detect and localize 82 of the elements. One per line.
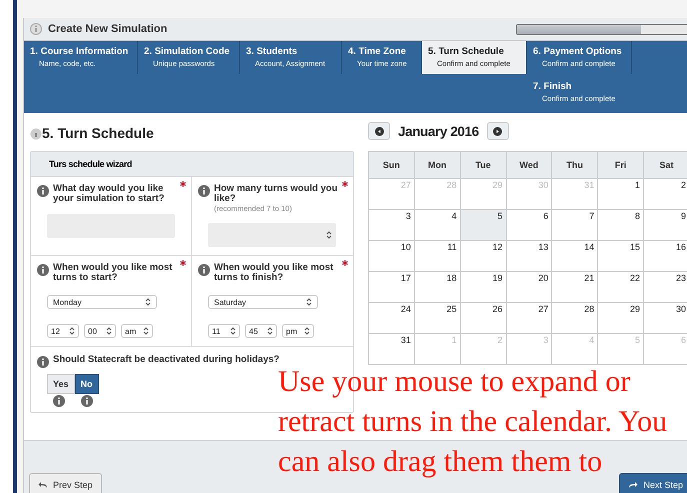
info-badge-icon: [53, 395, 65, 407]
day-cell[interactable]: 31: [368, 334, 414, 364]
back-arrow-icon: [38, 481, 48, 489]
day-cell[interactable]: 20: [506, 272, 552, 302]
info-icon: [37, 264, 49, 276]
day-cell[interactable]: 8: [598, 210, 644, 240]
time-select[interactable]: 00: [84, 324, 116, 338]
day-cell[interactable]: 29: [598, 302, 644, 334]
prev-step-button[interactable]: Prev Step: [29, 473, 102, 493]
caret-icon: [145, 297, 151, 307]
day-select[interactable]: Monday: [47, 295, 157, 309]
day-cell[interactable]: 17: [368, 272, 414, 302]
day-cell[interactable]: 3: [368, 210, 414, 240]
day-cell[interactable]: 25: [414, 302, 460, 334]
caret-icon: [143, 326, 149, 336]
day-cell[interactable]: 9: [644, 210, 687, 240]
question-label: Should Statecraft be deactivated during holidays?: [53, 355, 280, 365]
day-cell[interactable]: 4: [414, 210, 460, 240]
time-select[interactable]: pm: [282, 324, 314, 338]
weekday-header: Sat: [644, 152, 687, 178]
info-icon: [198, 264, 210, 276]
toggle-option[interactable]: Yes: [47, 374, 75, 394]
weekday-header: Fri: [598, 152, 644, 178]
day-cell[interactable]: 11: [414, 240, 460, 272]
info-icon: [30, 126, 42, 140]
day-cell[interactable]: 16: [644, 240, 687, 272]
day-cell[interactable]: 13: [506, 240, 552, 272]
day-cell[interactable]: 24: [368, 302, 414, 334]
day-cell[interactable]: 19: [460, 272, 506, 302]
caret-icon: [69, 326, 75, 336]
day-cell[interactable]: 5: [460, 210, 506, 240]
day-cell[interactable]: 6: [506, 210, 552, 240]
time-select[interactable]: 45: [245, 324, 277, 338]
section-title: 5. Turn Schedule: [42, 125, 154, 141]
question-label: What day would you like your simulation to start?: [53, 184, 166, 204]
caret-icon: [106, 326, 112, 336]
forward-arrow-icon: [628, 481, 638, 489]
panel-title: Turs schedule wizard: [31, 152, 353, 177]
weekday-header: Mon: [414, 152, 460, 178]
info-icon: [198, 185, 210, 197]
weekday-header: Tue: [460, 152, 506, 178]
question-label: When would you like most turns to start?: [53, 263, 174, 283]
caret-icon: [306, 297, 312, 307]
info-icon: [37, 185, 49, 197]
day-cell[interactable]: 12: [460, 240, 506, 272]
caret-icon: [304, 326, 310, 336]
spinner-icon: [326, 230, 332, 240]
time-select[interactable]: am: [121, 324, 153, 338]
day-cell[interactable]: 18: [414, 272, 460, 302]
day-cell[interactable]: 14: [552, 240, 598, 272]
day-cell[interactable]: 23: [644, 272, 687, 302]
day-cell[interactable]: 30: [644, 302, 687, 334]
day-cell[interactable]: 26: [460, 302, 506, 334]
caret-icon: [267, 326, 273, 336]
day-cell[interactable]: 21: [552, 272, 598, 302]
info-badge-icon: [80, 395, 93, 407]
day-cell[interactable]: 22: [598, 272, 644, 302]
caret-icon: [230, 326, 236, 336]
question-label: When would you like most turns to finish?: [214, 263, 334, 283]
day-cell[interactable]: 7: [552, 210, 598, 240]
next-step-button[interactable]: Next Step: [619, 473, 687, 493]
toggle-option[interactable]: No: [74, 374, 99, 394]
weekday-header: Wed: [506, 152, 552, 178]
window-title: Create New Simulation: [48, 23, 168, 35]
previous-month-button[interactable]: [368, 122, 390, 140]
day-cell[interactable]: 2: [644, 178, 687, 210]
day-cell[interactable]: 27: [506, 302, 552, 334]
day-cell[interactable]: 1: [598, 178, 644, 210]
next-month-button[interactable]: [486, 122, 509, 140]
day-cell[interactable]: 28: [552, 302, 598, 334]
time-select[interactable]: 12: [47, 324, 79, 338]
number-field[interactable]: [208, 223, 336, 247]
info-icon: [37, 356, 49, 368]
day-cell[interactable]: 10: [368, 240, 414, 272]
weekday-header: Sun: [368, 152, 414, 178]
question-label: How many turns would you like?: [214, 184, 339, 204]
time-select[interactable]: 11: [208, 324, 240, 338]
day-select[interactable]: Saturday: [208, 295, 318, 309]
weekday-header: Thu: [552, 152, 598, 178]
info-icon: [30, 23, 42, 35]
day-cell[interactable]: 15: [598, 240, 644, 272]
month-title: January 2016: [398, 124, 479, 138]
